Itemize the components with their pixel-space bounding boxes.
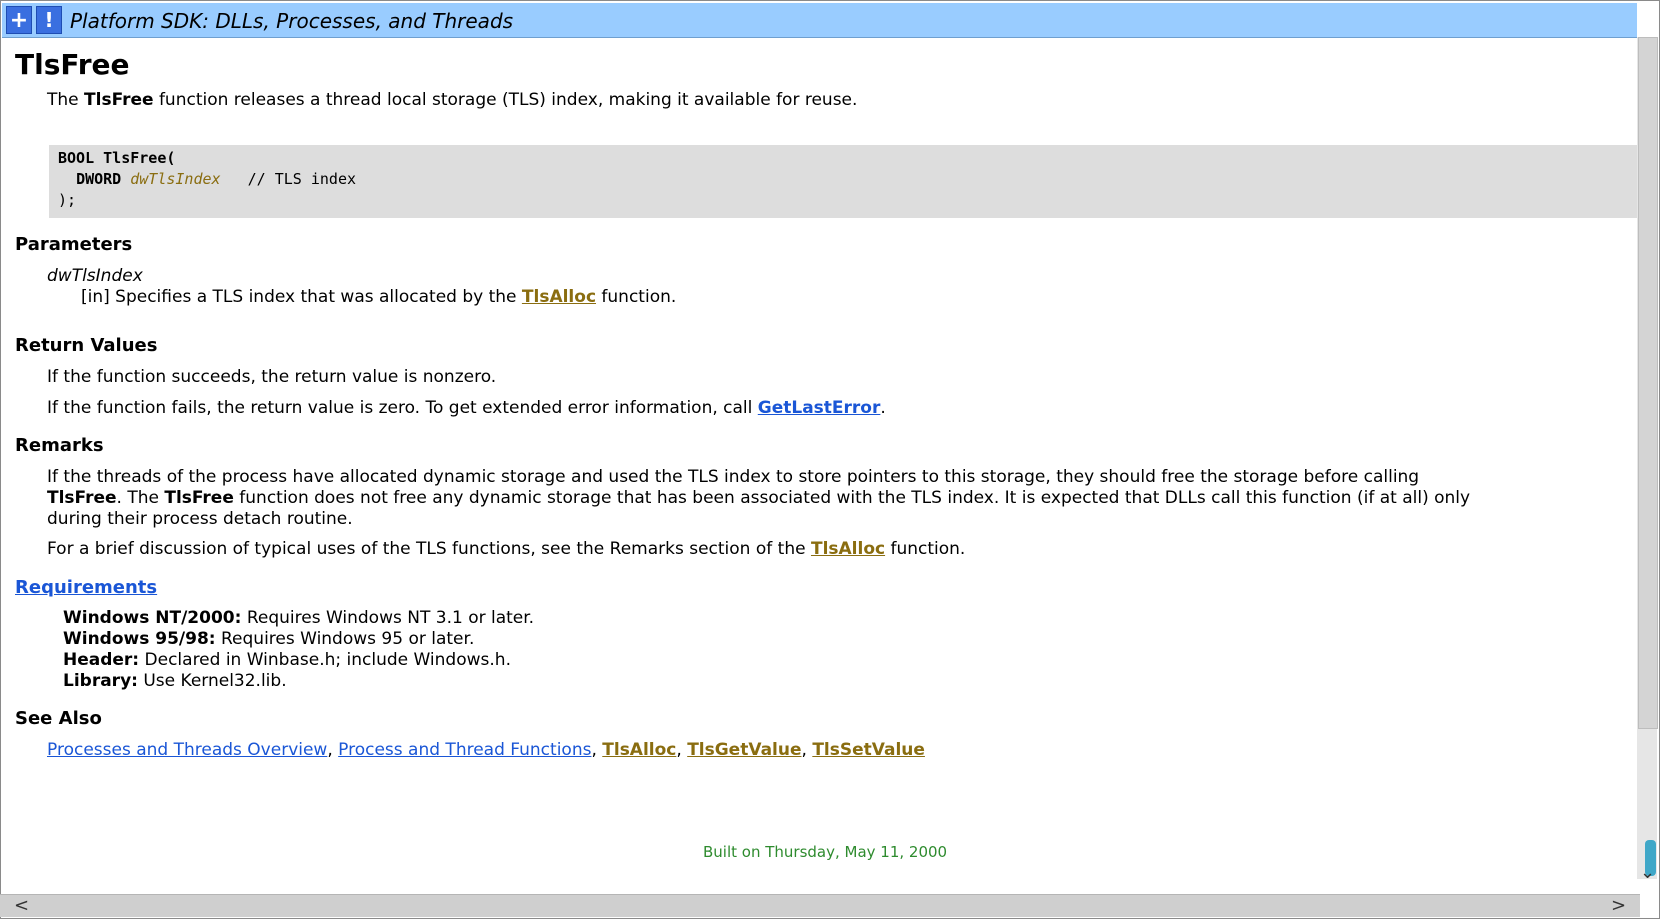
- expand-icon[interactable]: +: [6, 6, 32, 34]
- remarks-line-1: If the threads of the process have alloc…: [47, 467, 1420, 487]
- alert-icon[interactable]: !: [36, 6, 62, 34]
- see-also-links: Processes and Threads Overview, Process …: [47, 739, 925, 761]
- see-also-heading: See Also: [15, 708, 102, 729]
- separator: ,: [591, 740, 603, 760]
- horizontal-scrollbar[interactable]: [0, 894, 1640, 917]
- intro-text-post: function releases a thread local storage…: [153, 90, 858, 110]
- parameters-heading: Parameters: [15, 234, 133, 255]
- code-type: DWORD: [76, 170, 131, 188]
- param-desc: [in] Specifies a TLS index that was allo…: [81, 286, 676, 308]
- return-p2: If the function fails, the return value …: [47, 397, 886, 419]
- vertical-scroll-thumb[interactable]: [1638, 37, 1658, 729]
- intro-text-pre: The: [47, 90, 85, 110]
- tlsalloc-link[interactable]: TlsAlloc: [522, 287, 596, 307]
- remarks-bold-2: TlsFree: [164, 488, 234, 508]
- intro-bold: TlsFree: [84, 90, 154, 110]
- processes-threads-overview-link[interactable]: Processes and Threads Overview: [47, 740, 327, 760]
- code-line-1: BOOL TlsFree(: [58, 149, 176, 167]
- req-value: Declared in Winbase.h; include Windows.h…: [139, 650, 511, 670]
- tlsalloc-link-2[interactable]: TlsAlloc: [811, 539, 885, 559]
- param-name: dwTlsIndex: [47, 266, 143, 286]
- remarks-line-2: TlsFree. The TlsFree function does not f…: [47, 487, 1470, 509]
- return-values-heading: Return Values: [15, 335, 158, 356]
- req-label: Header:: [63, 650, 140, 670]
- page-title: TlsFree: [15, 48, 130, 81]
- param-desc-pre: [in] Specifies a TLS index that was allo…: [81, 287, 522, 307]
- remarks-p2-pre: For a brief discussion of typical uses o…: [47, 539, 811, 559]
- remarks-post: function does not free any dynamic stora…: [233, 488, 1471, 508]
- remarks-line-3: during their process detach routine.: [47, 509, 353, 529]
- separator: ,: [676, 740, 688, 760]
- getlasterror-link[interactable]: GetLastError: [758, 398, 881, 418]
- remarks-bold-1: TlsFree: [47, 488, 117, 508]
- param-desc-post: function.: [596, 287, 677, 307]
- requirements-link[interactable]: Requirements: [15, 577, 157, 598]
- remarks-p2-post: function.: [885, 539, 966, 559]
- window-frame: [0, 0, 1660, 919]
- req-item: Header: Declared in Winbase.h; include W…: [63, 650, 511, 670]
- scroll-left-icon[interactable]: <: [14, 895, 29, 916]
- code-comment: // TLS index: [220, 170, 357, 188]
- scroll-right-icon[interactable]: >: [1611, 895, 1626, 916]
- req-item: Windows 95/98: Requires Windows 95 or la…: [63, 629, 474, 649]
- return-p2-post: .: [880, 398, 886, 418]
- req-value: Requires Windows 95 or later.: [215, 629, 475, 649]
- remarks-mid: . The: [116, 488, 165, 508]
- remarks-p2: For a brief discussion of typical uses o…: [47, 538, 965, 560]
- req-item: Windows NT/2000: Requires Windows NT 3.1…: [63, 608, 534, 628]
- code-param: dwTlsIndex: [130, 170, 221, 188]
- req-value: Use Kernel32.lib.: [137, 671, 287, 691]
- scroll-down-icon[interactable]: ⌄: [1640, 862, 1655, 883]
- req-label: Library:: [63, 671, 138, 691]
- req-value: Requires Windows NT 3.1 or later.: [241, 608, 535, 628]
- req-item: Library: Use Kernel32.lib.: [63, 671, 287, 691]
- separator: ,: [801, 740, 813, 760]
- header-title: Platform SDK: DLLs, Processes, and Threa…: [70, 9, 514, 33]
- tlssetvalue-link[interactable]: TlsSetValue: [812, 740, 925, 760]
- return-p1: If the function succeeds, the return val…: [47, 367, 497, 387]
- remarks-heading: Remarks: [15, 435, 104, 456]
- build-date: Built on Thursday, May 11, 2000: [703, 843, 948, 861]
- tlsalloc-see-also-link[interactable]: TlsAlloc: [602, 740, 676, 760]
- code-block: BOOL TlsFree( DWORD dwTlsIndex // TLS in…: [49, 145, 1638, 218]
- code-line-2: DWORD dwTlsIndex // TLS index: [58, 169, 356, 190]
- code-line-3: );: [58, 191, 77, 209]
- return-p2-pre: If the function fails, the return value …: [47, 398, 758, 418]
- separator: ,: [327, 740, 339, 760]
- tlsgetvalue-link[interactable]: TlsGetValue: [687, 740, 801, 760]
- header-bar: + ! Platform SDK: DLLs, Processes, and T…: [2, 3, 1637, 38]
- req-label: Windows NT/2000:: [63, 608, 242, 628]
- req-label: Windows 95/98:: [63, 629, 216, 649]
- process-thread-functions-link[interactable]: Process and Thread Functions: [338, 740, 591, 760]
- intro-paragraph: The TlsFree function releases a thread l…: [47, 89, 857, 111]
